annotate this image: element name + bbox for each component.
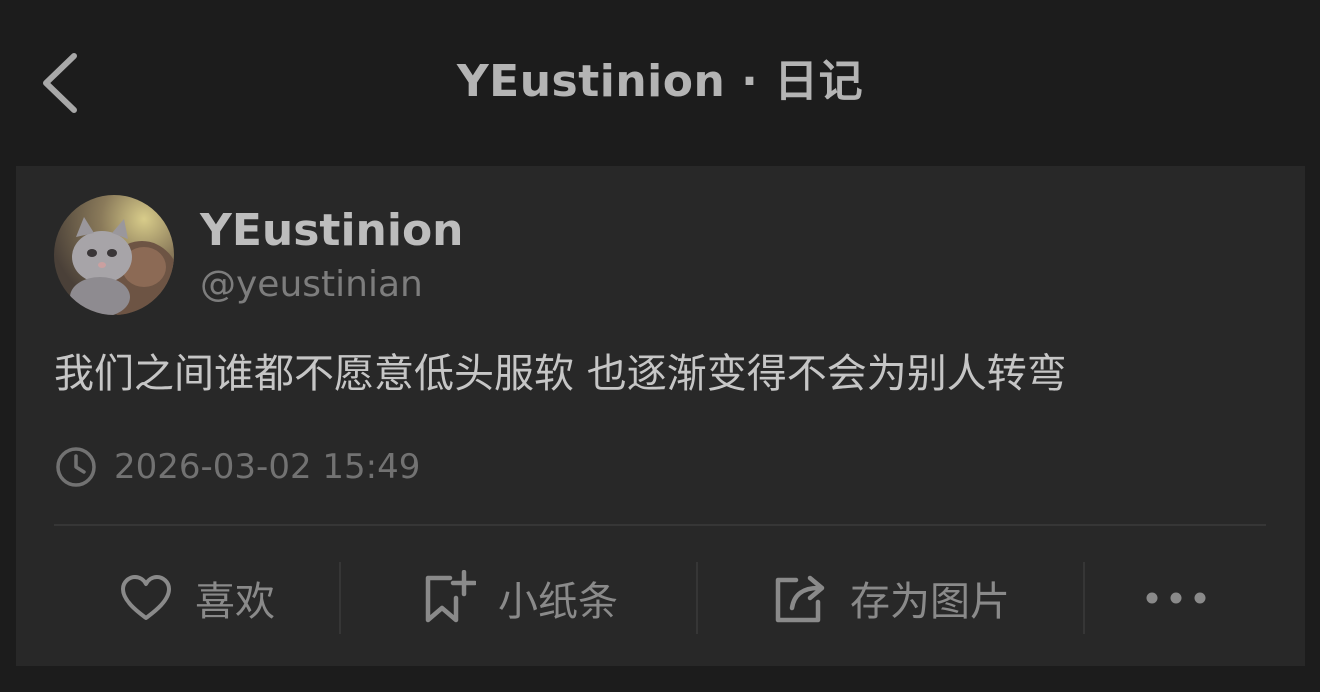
note-button[interactable]: 小纸条: [342, 556, 696, 640]
avatar-photo: [54, 195, 174, 315]
post-content: 我们之间谁都不愿意低头服软 也逐渐变得不会为别人转弯: [54, 351, 1067, 397]
separator: [339, 562, 341, 634]
like-label: 喜欢: [195, 579, 275, 625]
separator: [1083, 562, 1085, 634]
avatar[interactable]: [54, 195, 174, 315]
share-icon: [775, 575, 825, 623]
divider: [54, 524, 1266, 526]
post-timestamp: 2026-03-02 15:49: [54, 442, 420, 492]
timestamp-text: 2026-03-02 15:49: [114, 447, 421, 487]
more-button[interactable]: [1086, 556, 1266, 640]
author-name[interactable]: YEustinion: [200, 202, 464, 260]
action-bar: 喜欢 小纸条 存为图片: [16, 556, 1305, 640]
save-image-button[interactable]: 存为图片: [700, 556, 1082, 640]
bookmark-plus-icon: [425, 570, 476, 623]
top-bar: YEustinion · 日记: [0, 0, 1320, 166]
separator: [696, 562, 698, 634]
like-button[interactable]: 喜欢: [56, 556, 338, 640]
post-card: YEustinion @yeustinian 我们之间谁都不愿意低头服软 也逐渐…: [16, 166, 1305, 666]
page-title: YEustinion · 日记: [456, 56, 864, 107]
save-image-label: 存为图片: [850, 579, 1010, 625]
heart-icon: [121, 575, 171, 620]
clock-icon: [56, 447, 96, 487]
note-label: 小纸条: [498, 579, 618, 625]
author-handle: @yeustinian: [200, 264, 423, 305]
more-dots-icon: [1146, 592, 1206, 604]
